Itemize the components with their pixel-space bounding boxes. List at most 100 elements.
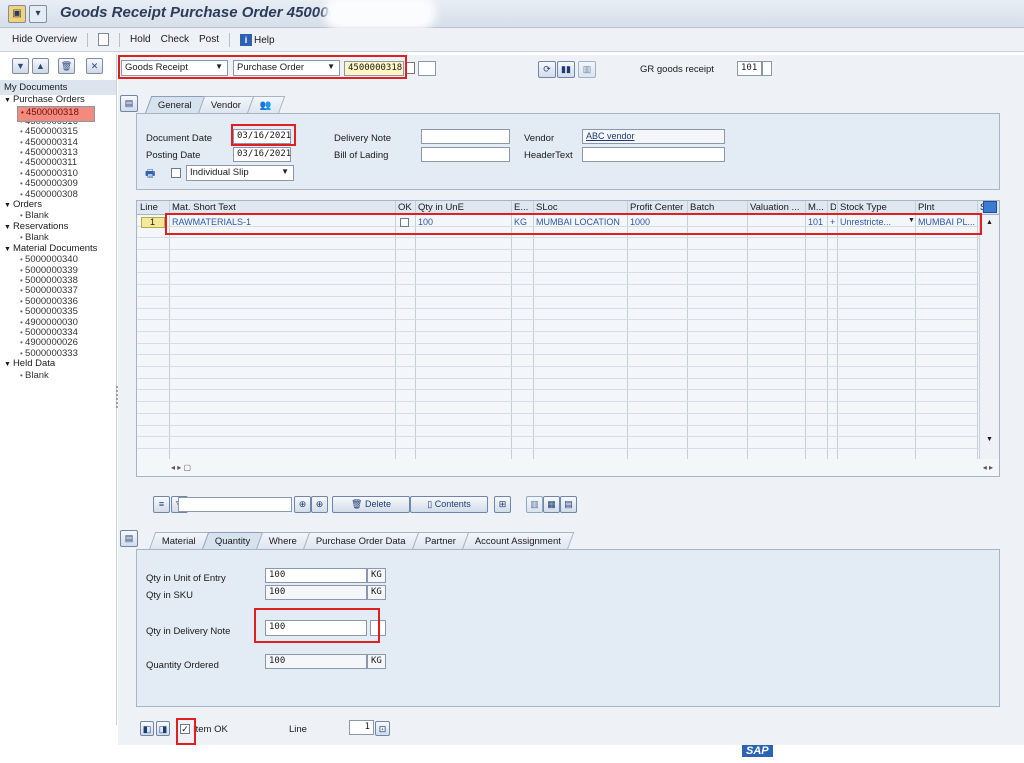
po-item-field[interactable]	[418, 61, 436, 76]
delete-button[interactable]: 🗑 Delete	[332, 496, 410, 513]
split-icon[interactable]: ⊞	[494, 496, 511, 513]
column-header[interactable]: Valuation ...	[750, 202, 804, 213]
previous-item-icon[interactable]: ◧	[140, 721, 154, 736]
next-item-icon[interactable]: ◨	[156, 721, 170, 736]
hold-button[interactable]: Hold	[130, 34, 151, 45]
tree-node[interactable]: ▼ Reservations	[0, 221, 116, 233]
qty-entry-field[interactable]: 100	[265, 568, 367, 583]
expand-icon[interactable]: ▼	[12, 58, 29, 74]
header-toggle-icon[interactable]: ▤	[120, 95, 138, 112]
scroll-right-icon[interactable]: ◂ ▸	[983, 463, 993, 472]
tab-quantity[interactable]: Quantity	[201, 532, 264, 550]
tree-node[interactable]: ▼ Held Data	[0, 358, 116, 370]
qty-delivery-note-field[interactable]: 100	[265, 620, 367, 636]
tab-purchase-order-data[interactable]: Purchase Order Data	[302, 532, 420, 550]
print-checkbox[interactable]	[171, 168, 181, 178]
column-header[interactable]: Qty in UnE	[418, 202, 510, 213]
column-header[interactable]: Batch	[690, 202, 746, 213]
cell-stock-type[interactable]: Unrestricte...	[840, 217, 891, 227]
table-row[interactable]	[137, 379, 980, 391]
cell-dc[interactable]: +	[830, 217, 835, 227]
table-row[interactable]	[137, 391, 980, 403]
po-search-help-icon[interactable]	[406, 62, 415, 74]
table-row[interactable]	[137, 355, 980, 368]
table-row[interactable]	[137, 309, 980, 321]
bill-of-lading-field[interactable]	[421, 147, 510, 162]
tab-partner[interactable]: Partner	[411, 532, 470, 550]
close-icon[interactable]: ✕	[86, 58, 103, 74]
reference-select[interactable]: Purchase Order ▼	[233, 60, 340, 76]
column-header[interactable]: OK	[398, 202, 414, 213]
delivery-note-field[interactable]	[421, 129, 510, 144]
collapse-icon[interactable]: ▲	[32, 58, 49, 74]
movement-type-field[interactable]: 101	[737, 61, 762, 76]
posting-date-field[interactable]: 03/16/2021	[233, 147, 291, 162]
document-date-field[interactable]: 03/16/2021	[233, 129, 291, 144]
go-to-line-icon[interactable]: ⊡	[375, 721, 390, 736]
stock-type-dropdown-icon[interactable]: ▼	[908, 217, 915, 224]
tree-item[interactable]: 5000000340	[0, 254, 116, 265]
menu-icon[interactable]: ▣	[8, 5, 26, 23]
hide-overview-button[interactable]: Hide Overview	[12, 34, 77, 45]
tab-where[interactable]: Where	[255, 532, 311, 550]
tree-item[interactable]: 4500000318	[17, 106, 95, 123]
tab-partners[interactable]: 👥	[246, 96, 286, 114]
detail-toggle-icon[interactable]: ▤	[120, 530, 138, 547]
table-row[interactable]	[137, 297, 980, 309]
find-next-icon[interactable]: ⊕	[311, 496, 328, 513]
table-row[interactable]	[137, 227, 980, 239]
table-row[interactable]	[137, 367, 980, 379]
cell-profit-center[interactable]: 1000	[630, 217, 650, 227]
column-header[interactable]: M...	[808, 202, 826, 213]
scroll-up-icon[interactable]: ▲	[980, 219, 999, 226]
cell-unit[interactable]: KG	[514, 217, 527, 227]
find-icon[interactable]: ⊕	[294, 496, 311, 513]
movement-indicator-field[interactable]	[762, 61, 772, 76]
expand-triangle-icon[interactable]: ▼	[4, 245, 11, 255]
cell-sloc[interactable]: MUMBAI LOCATION	[536, 217, 620, 227]
column-header[interactable]: Stock Type	[840, 202, 914, 213]
table-row[interactable]	[137, 414, 980, 426]
table-row[interactable]	[137, 285, 980, 297]
table-row[interactable]	[137, 262, 980, 274]
post-button[interactable]: Post	[199, 34, 219, 45]
ok-checkbox[interactable]	[400, 218, 409, 227]
tree-item[interactable]: Blank	[0, 370, 116, 381]
column-header[interactable]: Mat. Short Text	[172, 202, 394, 213]
qty-delivery-note-unit[interactable]	[370, 620, 386, 636]
table-row[interactable]	[137, 332, 980, 344]
item-ok-checkbox[interactable]: ✓	[180, 724, 190, 734]
tree-node[interactable]: ▼ Orders	[0, 199, 116, 211]
table-row[interactable]	[137, 238, 980, 251]
tab-general[interactable]: General	[144, 96, 206, 114]
cell-text[interactable]: RAWMATERIALS-1	[172, 217, 251, 227]
table-row[interactable]	[137, 320, 980, 332]
printer-icon[interactable]: 🖶	[145, 165, 155, 184]
column-header[interactable]: E...	[514, 202, 532, 213]
table-row[interactable]	[137, 344, 980, 356]
table-row[interactable]	[137, 274, 980, 286]
tab-vendor[interactable]: Vendor	[197, 96, 255, 114]
check-button[interactable]: Check	[161, 34, 189, 45]
table-row[interactable]	[137, 437, 980, 449]
execute-icon[interactable]: ⟳	[538, 61, 556, 78]
column-header[interactable]: Line	[140, 202, 168, 213]
transaction-select[interactable]: Goods Receipt ▼	[121, 60, 228, 76]
po-number-field[interactable]: 4500000318	[344, 61, 404, 76]
expand-triangle-icon[interactable]: ▼	[4, 360, 11, 370]
header-text-field[interactable]	[582, 147, 725, 162]
contents-button[interactable]: ▯ Contents	[410, 496, 488, 513]
dropdown-icon[interactable]: ▾	[29, 5, 47, 23]
new-document-icon[interactable]	[98, 33, 110, 46]
help-button[interactable]: i Help	[239, 33, 275, 46]
column-header[interactable]: Profit Center	[630, 202, 686, 213]
table-row[interactable]	[137, 250, 980, 262]
select-all-icon[interactable]: ≡	[153, 496, 170, 513]
slip-select[interactable]: Individual Slip ▼	[186, 165, 294, 181]
horizontal-scrollbar[interactable]: ◂ ▸ ▢	[171, 463, 191, 472]
column-header[interactable]: D	[830, 202, 836, 213]
cell-qty[interactable]: 100	[418, 217, 433, 227]
expand-triangle-icon[interactable]: ▼	[4, 201, 11, 211]
table-row[interactable]	[137, 426, 980, 438]
expand-triangle-icon[interactable]: ▼	[4, 223, 11, 233]
